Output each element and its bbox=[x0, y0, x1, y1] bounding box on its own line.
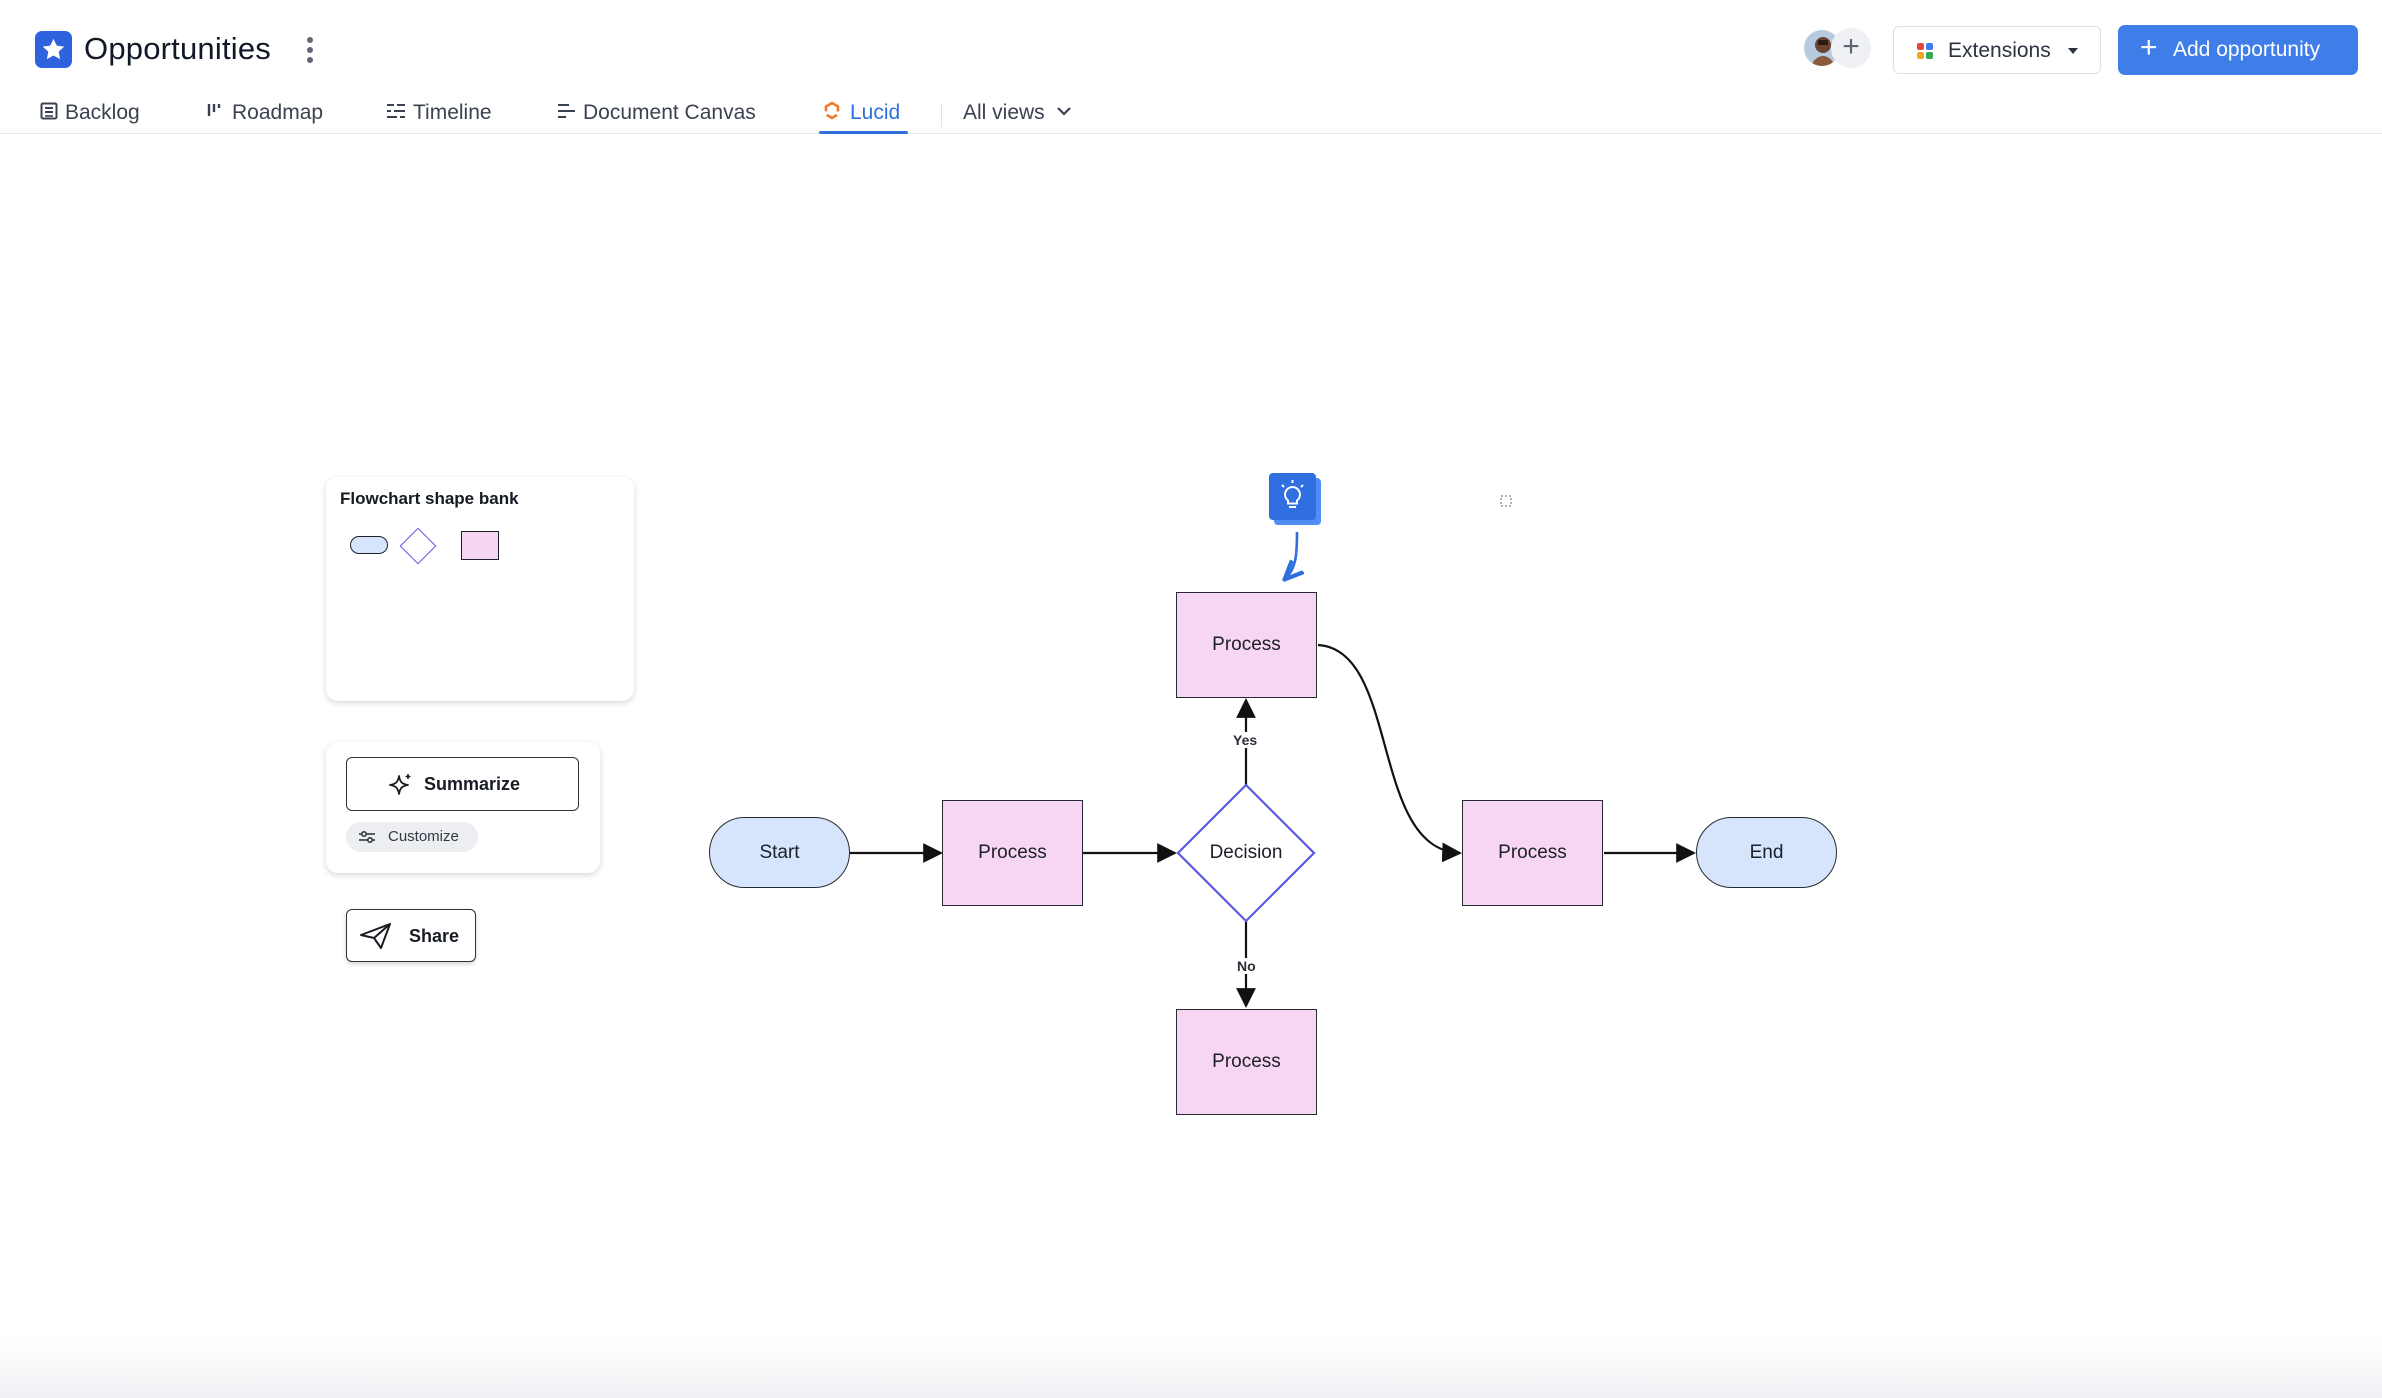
idea-connector[interactable] bbox=[1286, 531, 1297, 578]
flowchart-connectors bbox=[850, 531, 1696, 1008]
process-node-1[interactable]: Process bbox=[942, 800, 1083, 906]
canvas-bottom-edge bbox=[0, 1338, 2382, 1398]
cursor-indicator-icon bbox=[1500, 495, 1512, 510]
process-node-top[interactable]: Process bbox=[1176, 592, 1317, 698]
process-node-bottom[interactable]: Process bbox=[1176, 1009, 1317, 1115]
connector-process-top-right[interactable] bbox=[1317, 643, 1462, 863]
start-node[interactable]: Start bbox=[709, 817, 850, 888]
lightbulb-icon[interactable] bbox=[1268, 472, 1323, 527]
edge-label-no: No bbox=[1237, 958, 1256, 974]
process-node-right[interactable]: Process bbox=[1462, 800, 1603, 906]
decision-label: Decision bbox=[1209, 842, 1283, 863]
end-node[interactable]: End bbox=[1696, 817, 1837, 888]
edge-label-yes: Yes bbox=[1233, 732, 1258, 748]
